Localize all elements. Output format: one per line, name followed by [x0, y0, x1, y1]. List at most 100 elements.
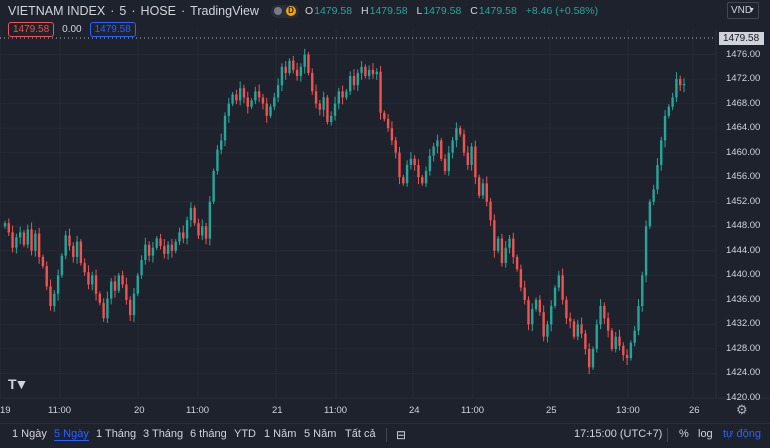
candle-body [515, 256, 519, 270]
candle-body [75, 241, 79, 257]
candle-body [318, 103, 322, 110]
candle-body [447, 152, 451, 172]
price-tick-label: 1460.00 [726, 146, 761, 158]
candle-body [288, 60, 291, 73]
candle-body [197, 223, 200, 236]
sell-button[interactable]: 1479.58 [8, 22, 55, 37]
price-tick-label: 1456.00 [726, 171, 761, 183]
candle-body [98, 293, 102, 303]
auto-scale-toggle[interactable]: tự động [723, 428, 761, 440]
candle-body [178, 232, 181, 242]
candle-body [11, 232, 14, 248]
time-tick-label: 20 [134, 405, 145, 416]
range-button[interactable]: 1 Tháng [96, 428, 136, 440]
candle-body [413, 158, 416, 165]
gear-icon[interactable]: ⚙ [736, 402, 748, 418]
candle-body [485, 183, 488, 202]
candle-body [295, 69, 299, 76]
range-button[interactable]: YTD [234, 428, 256, 440]
price-chart[interactable] [0, 0, 770, 448]
range-button[interactable]: 5 Ngày [54, 428, 89, 441]
time-tick-label: 19 [0, 405, 11, 416]
candle-body [580, 324, 583, 334]
candle-body [622, 345, 625, 356]
candle-body [656, 164, 659, 190]
calendar-range-icon[interactable]: ⊟ [396, 428, 406, 442]
candle-body [182, 232, 185, 239]
price-tick-label: 1424.00 [726, 367, 761, 379]
candle-body [458, 128, 462, 135]
candle-body [375, 71, 378, 75]
candle-body [489, 201, 492, 221]
range-button[interactable]: 5 Năm [304, 428, 336, 440]
candle-body [534, 299, 538, 310]
candle-body [496, 238, 500, 251]
candle-body [22, 232, 26, 245]
candle-body [337, 91, 341, 104]
percent-scale-toggle[interactable]: % [679, 428, 689, 440]
symbol-name[interactable]: VIETNAM INDEX [8, 4, 105, 18]
candle-body [231, 94, 234, 104]
interval[interactable]: 5 [119, 4, 126, 18]
candle-body [49, 286, 52, 306]
candle-body [542, 312, 545, 337]
candle-body [311, 72, 314, 92]
high-value: 1479.58 [369, 5, 408, 17]
candle-body [37, 233, 41, 257]
close-key: C [470, 5, 478, 17]
candle-body [261, 97, 265, 104]
candle-body [348, 76, 352, 92]
range-button[interactable]: 1 Ngày [12, 428, 47, 440]
candle-body [561, 275, 564, 300]
tradingview-logo-icon[interactable]: T▼ [8, 376, 28, 392]
candle-body [379, 71, 382, 113]
toolbar-divider [386, 428, 387, 442]
candle-body [15, 237, 18, 248]
candle-body [394, 140, 397, 153]
range-button[interactable]: 6 tháng [190, 428, 227, 440]
candle-body [660, 140, 663, 165]
candle-body [663, 115, 667, 141]
candle-body [553, 287, 557, 306]
candle-body [625, 355, 629, 359]
candle-body [147, 244, 151, 256]
candle-body [94, 275, 98, 294]
candle-body [390, 128, 394, 141]
chart-widget: VIETNAM INDEX · 5 · HOSE · TradingView D… [0, 0, 770, 448]
candle-body [185, 220, 189, 239]
clock-time[interactable]: 17:15:00 (UTC+7) [574, 428, 662, 440]
low-value: 1479.58 [423, 5, 462, 17]
close-value: 1479.58 [478, 5, 517, 17]
candle-body [212, 171, 215, 202]
time-tick-label: 11:00 [48, 405, 72, 416]
candle-body [53, 293, 56, 306]
candle-body [159, 238, 162, 246]
range-button[interactable]: 1 Năm [264, 428, 296, 440]
market-status[interactable]: D [270, 4, 299, 18]
candle-body [235, 94, 238, 101]
candle-body [64, 235, 67, 256]
candle-body [30, 229, 33, 251]
candle-body [565, 299, 568, 319]
candle-body [18, 232, 22, 238]
price-tick-label: 1472.00 [726, 73, 761, 85]
candle-body [398, 152, 401, 178]
candle-body [140, 260, 143, 276]
candle-body [477, 177, 481, 196]
candle-body [68, 235, 71, 246]
candle-body [360, 66, 363, 73]
currency-select[interactable]: VND ▼ [727, 2, 759, 19]
candle-body [417, 164, 420, 178]
candle-body [584, 333, 587, 349]
range-button[interactable]: Tất cả [345, 428, 376, 440]
candle-body [364, 66, 367, 76]
range-button[interactable]: 3 Tháng [143, 428, 183, 440]
candle-body [254, 91, 257, 101]
buy-button[interactable]: 1479.58 [89, 22, 136, 37]
log-scale-toggle[interactable]: log [698, 428, 713, 440]
candle-body [102, 302, 105, 319]
candle-body [242, 88, 246, 98]
candle-body [72, 245, 75, 257]
candle-body [189, 207, 193, 221]
candle-body [352, 76, 356, 86]
